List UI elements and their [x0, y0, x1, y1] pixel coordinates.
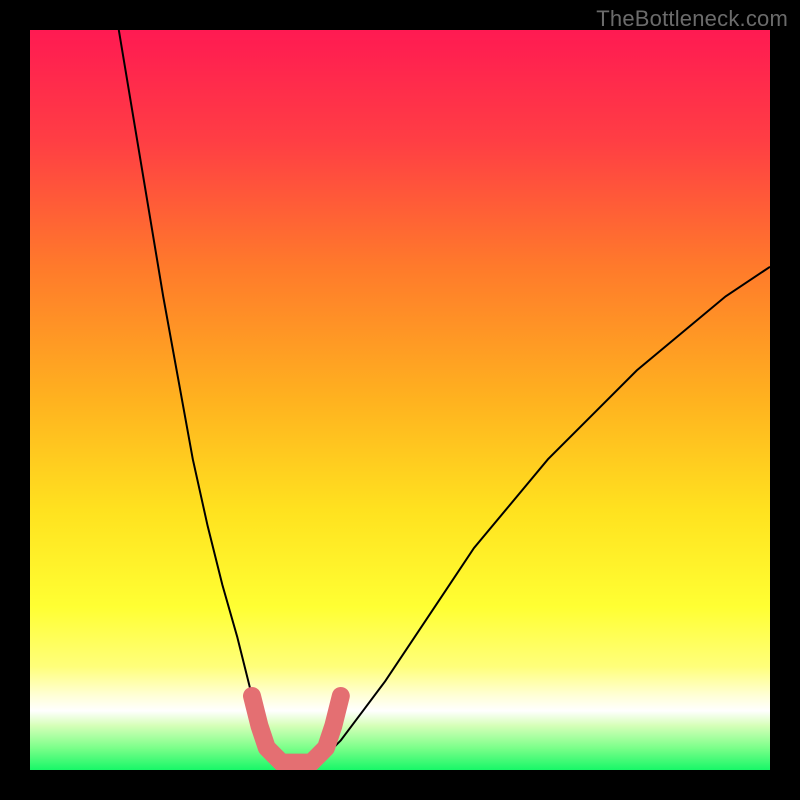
chart-frame: TheBottleneck.com — [0, 0, 800, 800]
minimum-marker — [252, 696, 341, 763]
plot-area — [30, 30, 770, 770]
curve-left-branch — [119, 30, 282, 755]
curve-right-branch — [326, 267, 770, 755]
watermark-text: TheBottleneck.com — [596, 6, 788, 32]
chart-curves — [30, 30, 770, 770]
